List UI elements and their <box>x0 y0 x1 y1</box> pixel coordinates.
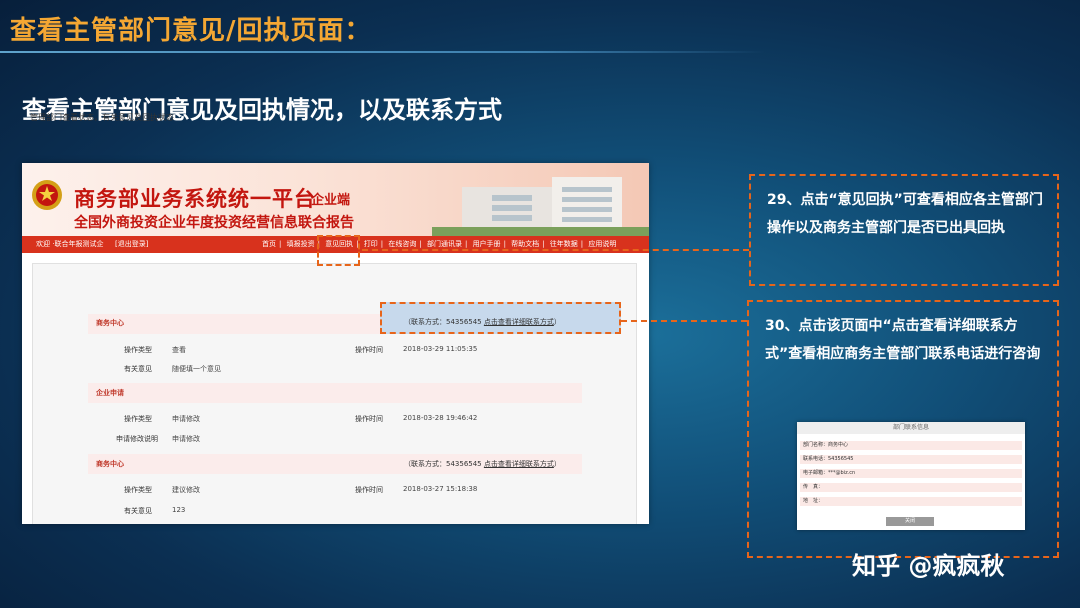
callout-connector-30 <box>621 320 747 322</box>
watermark: 知乎 @疯疯秋 <box>852 552 1005 580</box>
op-time-label: 操作时间 <box>355 486 383 494</box>
receipt-nav-highlight <box>317 235 360 266</box>
nav-separator: | <box>464 240 468 248</box>
national-emblem-icon <box>32 180 62 210</box>
contact-info: （联系方式：54356545 点击查看详细联系方式） <box>404 459 561 469</box>
nav-separator: | <box>380 240 384 248</box>
note-value: 123 <box>172 506 186 514</box>
brand-edition: 企业端 <box>311 193 351 208</box>
contact-phone: （联系方式：54356545 <box>404 460 482 468</box>
contact-phone: （联系方式：54356545 <box>404 318 482 326</box>
nav-item-report[interactable]: 填报投资 <box>287 240 315 248</box>
popup-title: 部门联系信息 <box>797 422 1025 434</box>
contact-close-paren: ） <box>553 460 561 468</box>
nav-separator: | <box>279 240 282 248</box>
nav-item-help[interactable]: 帮助文档 <box>511 240 539 248</box>
brand-subtitle: 全国外商投资企业年度投资经营信息联合报告 <box>74 215 354 231</box>
popup-row: 部门名称：商务中心 <box>800 441 1022 450</box>
note-label: 有关意见 <box>124 507 152 515</box>
nav-item-consult[interactable]: 在线咨询 <box>388 240 416 248</box>
callout-29: 29、点击“意见回执”可查看相应各主管部门操作以及商务主管部门是否已出具回执 <box>749 174 1059 286</box>
nav-item-print[interactable]: 打印 <box>364 240 378 248</box>
nav-item-manual[interactable]: 用户手册 <box>473 240 501 248</box>
title-divider <box>0 51 765 53</box>
op-time-value: 2018-03-29 11:05:35 <box>403 345 478 353</box>
op-type-label: 操作类型 <box>124 486 152 494</box>
op-type-label: 操作类型 <box>124 415 152 423</box>
nav-item-history[interactable]: 往年数据 <box>550 240 578 248</box>
brand-name: 商务部业务系统统一平台 <box>74 186 316 211</box>
popup-close-button[interactable]: 关闭 <box>886 517 934 526</box>
note-value: 随便填一个意见 <box>172 365 221 373</box>
callout-connector-29 <box>362 249 749 251</box>
op-type-value: 查看 <box>172 346 186 354</box>
op-time-label: 操作时间 <box>355 346 383 354</box>
record-department: 商务中心 <box>96 460 124 468</box>
popup-row: 联系电话：54356545 <box>800 455 1022 464</box>
nav-separator: | <box>503 240 506 248</box>
op-type-value: 建议修改 <box>172 486 200 494</box>
op-type-value: 申请修改 <box>172 415 200 423</box>
nav-separator: | <box>542 240 545 248</box>
op-type-label: 操作类型 <box>124 346 152 354</box>
nav-item-home[interactable]: 首页 <box>262 240 276 248</box>
contact-info: （联系方式：54356545 点击查看详细联系方式） <box>404 317 561 327</box>
record-department: 商务中心 <box>96 319 124 327</box>
op-time-value: 2018-03-28 19:46:42 <box>403 414 478 422</box>
welcome-text: 欢迎 ·联合年报测试企 <box>36 240 104 248</box>
record-department: 企业申请 <box>96 389 124 397</box>
op-time-value: 2018-03-27 15:18:38 <box>403 485 478 493</box>
popup-row: 传 真： <box>800 483 1022 492</box>
site-banner: 商务部业务系统统一平台 企业端 全国外商投资企业年度投资经营信息联合报告 <box>22 163 649 236</box>
slide-title: 查看主管部门意见/回执页面： <box>10 16 372 46</box>
op-time-label: 操作时间 <box>355 415 383 423</box>
contact-close-paren: ） <box>553 318 561 326</box>
nav-item-guide[interactable]: 应用说明 <box>588 240 616 248</box>
content-title: 管理部门查看状态，有关意见及回执状态 <box>30 113 174 122</box>
nav-separator: | <box>419 240 422 248</box>
contact-detail-link[interactable]: 点击查看详细联系方式 <box>484 460 554 468</box>
record-header <box>88 383 582 403</box>
note-label: 申请修改说明 <box>116 435 158 443</box>
note-value: 申请修改 <box>172 435 200 443</box>
popup-row: 电子邮箱：***@biz.cn <box>800 469 1022 478</box>
contact-popup-preview: 部门联系信息 部门名称：商务中心 联系电话：54356545 电子邮箱：***@… <box>797 422 1025 530</box>
note-label: 有关意见 <box>124 365 152 373</box>
contact-detail-link[interactable]: 点击查看详细联系方式 <box>484 318 554 326</box>
nav-item-directory[interactable]: 部门通讯录 <box>427 240 462 248</box>
popup-row: 地 址： <box>800 497 1022 506</box>
buildings-illustration <box>432 177 649 236</box>
logout-link[interactable]: [退出登录] <box>115 236 148 253</box>
nav-separator: | <box>580 240 584 248</box>
